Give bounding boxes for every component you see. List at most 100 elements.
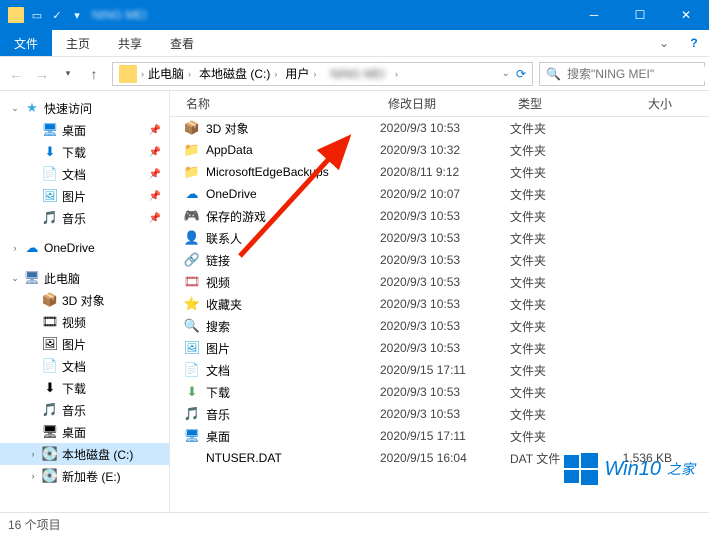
file-type: 文件夹	[510, 186, 600, 203]
file-row[interactable]: 🎞视频2020/9/3 10:53文件夹	[170, 271, 709, 293]
sidebar-item-download-4[interactable]: ⬇下载	[0, 377, 169, 399]
sidebar-item-document-3[interactable]: 📄文档	[0, 355, 169, 377]
expand-icon[interactable]: ›	[28, 449, 38, 459]
favorites-icon: ⭐	[184, 296, 200, 312]
sidebar-item-document[interactable]: 📄文档📌	[0, 163, 169, 185]
document-icon: 📄	[42, 166, 58, 182]
file-date: 2020/9/3 10:53	[380, 341, 510, 355]
file-row[interactable]: ⬇下载2020/9/3 10:53文件夹	[170, 381, 709, 403]
sidebar-onedrive[interactable]: › ☁ OneDrive	[0, 237, 169, 259]
expand-icon[interactable]: ›	[10, 243, 20, 253]
tab-share[interactable]: 共享	[104, 30, 156, 56]
drive-icon: 💽	[42, 468, 58, 484]
file-name: 图片	[206, 340, 230, 357]
watermark: Win10之家	[564, 452, 695, 486]
sidebar-item-music[interactable]: 🎵音乐📌	[0, 207, 169, 229]
sidebar-item-pictures[interactable]: 🖼图片📌	[0, 185, 169, 207]
file-type: 文件夹	[510, 384, 600, 401]
ribbon-expand-icon[interactable]: ⌄	[649, 30, 679, 56]
sidebar-item-download[interactable]: ⬇下载📌	[0, 141, 169, 163]
file-row[interactable]: 🔍搜索2020/9/3 10:53文件夹	[170, 315, 709, 337]
file-row[interactable]: 🖥桌面2020/9/15 17:11文件夹	[170, 425, 709, 447]
sidebar-item-desktop[interactable]: 🖥桌面📌	[0, 119, 169, 141]
up-button[interactable]: ↑	[82, 62, 106, 86]
3d-icon: 📦	[42, 292, 58, 308]
file-row[interactable]: 📄文档2020/9/15 17:11文件夹	[170, 359, 709, 381]
file-row[interactable]: 📦3D 对象2020/9/3 10:53文件夹	[170, 117, 709, 139]
collapse-icon[interactable]: ⌄	[10, 103, 20, 114]
download-icon: ⬇	[184, 384, 200, 400]
file-row[interactable]: 🎮保存的游戏2020/9/3 10:53文件夹	[170, 205, 709, 227]
file-row[interactable]: ☁OneDrive2020/9/2 10:07文件夹	[170, 183, 709, 205]
close-button[interactable]: ✕	[663, 0, 709, 30]
crumb-username[interactable]: NING MEI	[320, 67, 395, 81]
file-tab[interactable]: 文件	[0, 30, 52, 56]
file-row[interactable]: 🎵音乐2020/9/3 10:53文件夹	[170, 403, 709, 425]
file-name: OneDrive	[206, 187, 257, 201]
recent-locations-icon[interactable]: ▾	[56, 62, 80, 86]
sidebar-quick-access[interactable]: ⌄ ★ 快速访问	[0, 97, 169, 119]
file-date: 2020/8/11 9:12	[380, 165, 510, 179]
file-date: 2020/9/15 17:11	[380, 363, 510, 377]
maximize-button[interactable]: ☐	[617, 0, 663, 30]
collapse-icon[interactable]: ⌄	[10, 273, 20, 284]
drive-icon: 💽	[42, 446, 58, 462]
help-button[interactable]: ?	[679, 30, 709, 56]
column-size[interactable]: 大小	[600, 95, 680, 112]
qat-properties-icon[interactable]: ▭	[30, 8, 44, 22]
search-box[interactable]: 🔍	[539, 62, 705, 86]
pin-icon: 📌	[149, 169, 161, 180]
windows-logo-icon	[564, 452, 598, 486]
refresh-icon[interactable]: ⟳	[516, 67, 526, 81]
file-name: MicrosoftEdgeBackups	[206, 165, 329, 179]
search-input[interactable]	[567, 67, 709, 81]
navigation-pane[interactable]: ⌄ ★ 快速访问 🖥桌面📌⬇下载📌📄文档📌🖼图片📌🎵音乐📌 › ☁ OneDri…	[0, 91, 170, 512]
tab-view[interactable]: 查看	[156, 30, 208, 56]
sidebar-item-desktop-6[interactable]: 🖥桌面	[0, 421, 169, 443]
file-row[interactable]: ⭐收藏夹2020/9/3 10:53文件夹	[170, 293, 709, 315]
back-button[interactable]: ←	[4, 62, 28, 86]
file-row[interactable]: 📁AppData2020/9/3 10:32文件夹	[170, 139, 709, 161]
qat-newfolder-icon[interactable]: ✓	[50, 8, 64, 22]
sidebar-item-video-1[interactable]: 🎞视频	[0, 311, 169, 333]
column-headers[interactable]: 名称 修改日期 类型 大小	[170, 91, 709, 117]
sidebar-item-drive-7[interactable]: ›💽本地磁盘 (C:)	[0, 443, 169, 465]
sidebar-item-drive-8[interactable]: ›💽新加卷 (E:)	[0, 465, 169, 487]
folder-icon: 📁	[184, 164, 200, 180]
address-bar[interactable]: › 此电脑› 本地磁盘 (C:)› 用户› NING MEI › ⌄ ⟳	[112, 62, 533, 86]
file-row[interactable]: 🔗链接2020/9/3 10:53文件夹	[170, 249, 709, 271]
sidebar-item-3d-0[interactable]: 📦3D 对象	[0, 289, 169, 311]
file-icon: ▫	[184, 450, 200, 466]
chevron-right-icon[interactable]: ›	[395, 69, 398, 79]
crumb-drive-c[interactable]: 本地磁盘 (C:)›	[195, 65, 281, 82]
file-date: 2020/9/3 10:53	[380, 253, 510, 267]
address-folder-icon	[119, 65, 137, 83]
sidebar-item-pictures-2[interactable]: 🖼图片	[0, 333, 169, 355]
tab-home[interactable]: 主页	[52, 30, 104, 56]
column-type[interactable]: 类型	[510, 95, 600, 112]
cloud-icon: ☁	[24, 240, 40, 256]
forward-button[interactable]: →	[30, 62, 54, 86]
file-row[interactable]: 📁MicrosoftEdgeBackups2020/8/11 9:12文件夹	[170, 161, 709, 183]
qat-customize-icon[interactable]: ▾	[70, 8, 84, 22]
expand-icon[interactable]: ›	[28, 471, 38, 481]
sidebar-this-pc[interactable]: ⌄ 🖥 此电脑	[0, 267, 169, 289]
column-name[interactable]: 名称	[170, 95, 380, 112]
games-icon: 🎮	[184, 208, 200, 224]
file-date: 2020/9/3 10:53	[380, 231, 510, 245]
document-icon: 📄	[42, 358, 58, 374]
pictures-icon: 🖼	[184, 340, 200, 356]
address-dropdown-icon[interactable]: ⌄	[502, 68, 510, 79]
minimize-button[interactable]: ─	[571, 0, 617, 30]
crumb-thispc[interactable]: 此电脑›	[144, 65, 195, 82]
file-name: AppData	[206, 143, 253, 157]
column-date[interactable]: 修改日期	[380, 95, 510, 112]
file-row[interactable]: 👤联系人2020/9/3 10:53文件夹	[170, 227, 709, 249]
sidebar-item-music-5[interactable]: 🎵音乐	[0, 399, 169, 421]
crumb-users[interactable]: 用户›	[281, 65, 320, 82]
file-name: 3D 对象	[206, 120, 249, 137]
file-type: 文件夹	[510, 252, 600, 269]
file-name: 保存的游戏	[206, 208, 266, 225]
file-row[interactable]: 🖼图片2020/9/3 10:53文件夹	[170, 337, 709, 359]
navigation-bar: ← → ▾ ↑ › 此电脑› 本地磁盘 (C:)› 用户› NING MEI ›…	[0, 57, 709, 91]
